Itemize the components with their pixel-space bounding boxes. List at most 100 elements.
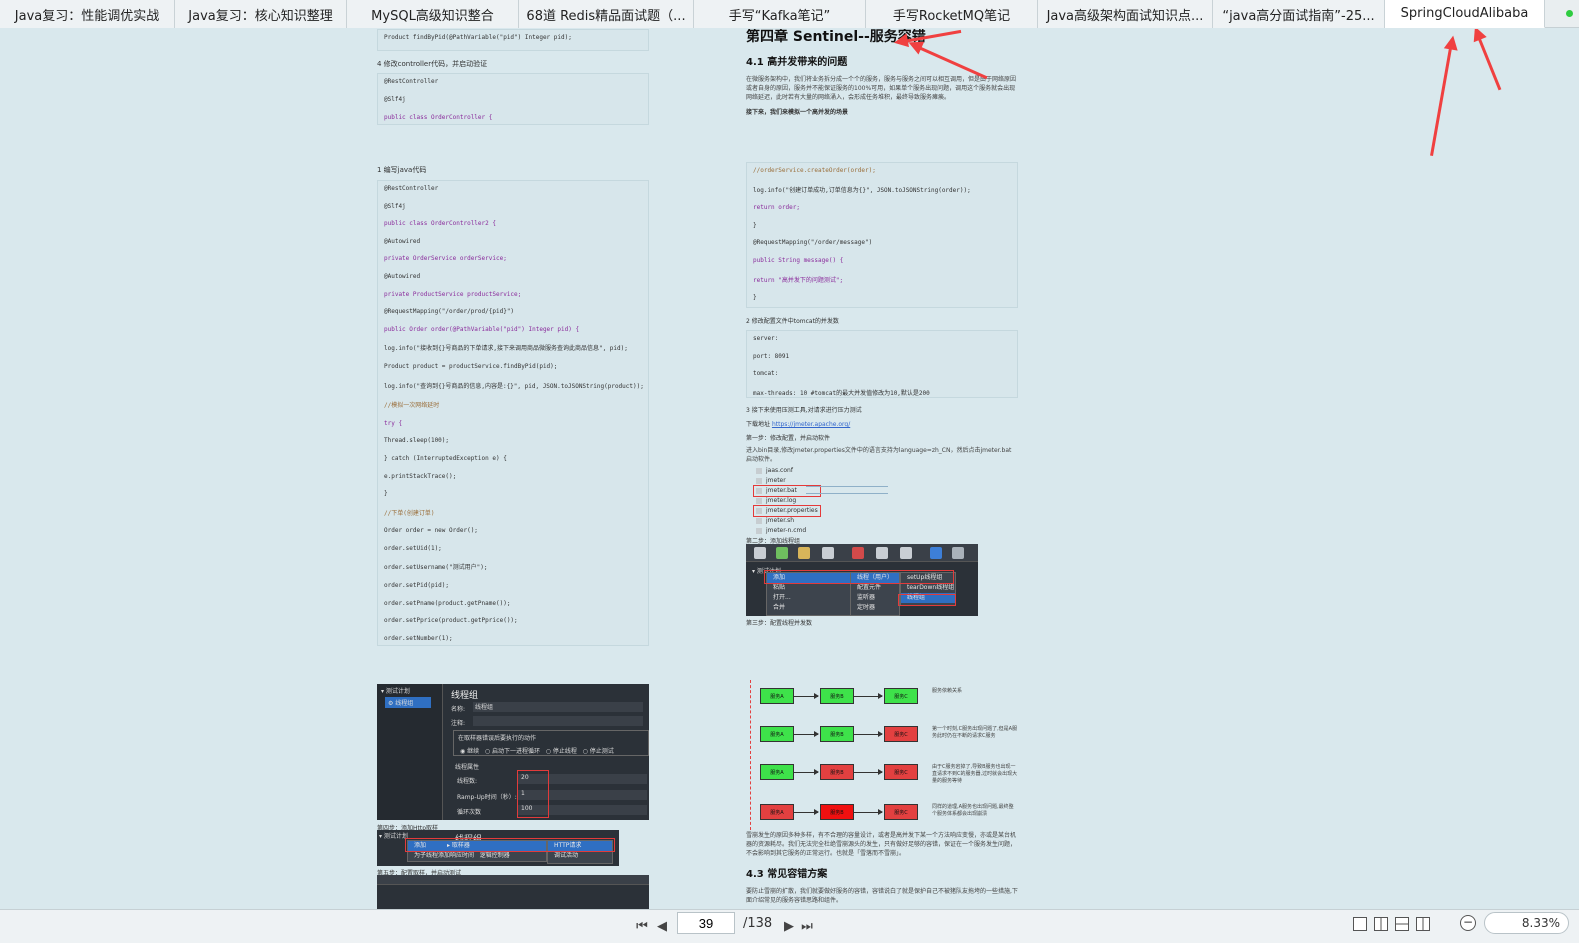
file-item: jmeter.properties: [753, 505, 821, 517]
code-line: //下单(创建订单): [384, 509, 435, 517]
code-block-order-message: //orderService.createOrder(order); log.in…: [746, 162, 1018, 308]
section-title: 4.1 高并发带来的问题: [746, 57, 848, 68]
tab-1[interactable]: Java复习：性能调优实战: [0, 0, 175, 28]
step-label: 第一步：修改配置，并启动软件: [746, 435, 831, 442]
grid-view-icon[interactable]: [1416, 917, 1430, 931]
code-line: e.printStackTrace();: [384, 472, 457, 480]
prev-page-icon[interactable]: ◀: [653, 917, 671, 935]
tab-8[interactable]: “java高分面试指南”-25...: [1213, 0, 1385, 28]
tab-3[interactable]: MySQL高级知识整合: [347, 0, 519, 28]
highlight-box: [764, 570, 954, 584]
code-line: Product findByPid(@PathVariable("pid") I…: [384, 34, 572, 41]
thread-group-title: 线程组: [451, 691, 479, 701]
loop-label: 循环次数: [457, 809, 482, 816]
zoom-out-icon[interactable]: −: [1460, 915, 1476, 931]
flow-box: 服务C: [884, 726, 918, 742]
tab-4[interactable]: 68道 Redis精品面试题（...: [519, 0, 694, 28]
file-item: jmeter.bat: [753, 485, 821, 497]
tab-2[interactable]: Java复习：核心知识整理: [175, 0, 347, 28]
menu-item: tearDown线程组: [907, 584, 955, 591]
code-line: //模拟一次网络延时: [384, 402, 440, 410]
single-page-view-icon[interactable]: [1353, 917, 1367, 931]
download-line: 下载地址 https://jmeter.apache.org/: [746, 421, 851, 428]
paragraph: 在微服务架构中，我们将业务拆分成一个个的服务，服务与服务之间可以相互调用，但是由…: [746, 76, 1017, 101]
flow-box: 服务C: [884, 764, 918, 780]
code-line: log.info("创建订单成功,订单信息为{}", JSON.toJSONSt…: [753, 186, 971, 194]
code-line: }: [753, 294, 757, 302]
code-line: @RequestMapping("/order/message"): [753, 239, 873, 247]
tab-5[interactable]: 手写“Kafka笔记”: [694, 0, 866, 28]
highlight-box: [517, 770, 549, 818]
code-line: }: [753, 221, 757, 229]
download-link[interactable]: https://jmeter.apache.org/: [772, 421, 850, 428]
tab-bar: Java复习：性能调优实战 Java复习：核心知识整理 MySQL高级知识整合 68道…: [0, 0, 1579, 28]
config-sampler-screenshot: [377, 875, 649, 909]
code-line: private ProductService productService;: [384, 290, 522, 298]
code-line: return order;: [753, 204, 800, 212]
code-line: @RestController: [384, 78, 439, 85]
flow-box: 服务B: [820, 688, 854, 704]
thread-group-screenshot: ▾ 测试计划 ⚙ 线程组 线程组 名称: 线程组 注释: 在取样器错误后要执行的…: [377, 684, 649, 820]
code-line: order.setPname(product.getPname());: [384, 599, 511, 607]
tab-6[interactable]: 手写RocketMQ笔记: [866, 0, 1038, 28]
last-page-icon[interactable]: ⏭: [798, 917, 816, 935]
toolbar-icon: [754, 547, 766, 559]
flow-box: 服务A: [760, 764, 794, 780]
step-label: 2 修改配置文件中tomcat的并发数: [746, 318, 839, 325]
code-line: @Slf4j: [384, 202, 406, 210]
page-total: /138: [743, 916, 773, 931]
code-line: @Slf4j: [384, 96, 406, 103]
code-line: try {: [384, 419, 403, 427]
flow-box: 服务C: [884, 804, 918, 820]
code-line: public Order order(@PathVariable("pid") …: [384, 325, 580, 333]
code-line: order.setUid(1);: [384, 544, 442, 552]
flow-box: 服务A: [760, 726, 794, 742]
http-sampler-screenshot: ▾ 测试计划 线程组 添加 ▸ 取样器 为子线程添加响应时间 逻辑控制器 HTT…: [377, 830, 619, 866]
tab-7[interactable]: Java高级架构面试知识点...: [1038, 0, 1213, 28]
paragraph: 要防止雪崩的扩散，我们就要做好服务的容错，容错说白了就是保护自己不被猪队友拖垮的…: [746, 888, 1018, 904]
code-line: //orderService.createOrder(order);: [753, 167, 876, 174]
code-block-top: Product findByPid(@PathVariable("pid") I…: [377, 29, 649, 51]
thread-props-label: 线程属性: [455, 764, 480, 771]
code-line: log.info("接收到{}号商品的下单请求,接下来调用商品微服务查询此商品信…: [384, 345, 628, 353]
comment-field: [473, 716, 643, 726]
code-line: public class OrderController2 {: [384, 220, 496, 228]
code-line: @RestController: [384, 185, 439, 192]
code-line: Thread.sleep(100);: [384, 437, 450, 445]
status-dot: [1566, 10, 1573, 17]
flow-note: 同样的道理,A服务也出现问题,最终整个服务体系都会出现崩溃: [932, 804, 1014, 817]
file-item: jmeter: [754, 476, 820, 486]
code-line: @Autowired: [384, 237, 421, 245]
bold-line: 接下来，我们来模拟一个高并发的场景: [746, 109, 849, 116]
file-item: jaas.conf: [754, 466, 820, 476]
code-line: max-threads: 10 #tomcat的最大并发值修改为10,默认是20…: [753, 389, 930, 397]
menu-item: 粘贴: [773, 584, 786, 591]
tab-9[interactable]: SpringCloudAlibaba: [1385, 0, 1545, 28]
flow-box: 服务B: [820, 764, 854, 780]
annotation-arrow: [1474, 29, 1502, 91]
code-line: @Autowired: [384, 272, 421, 280]
flow-box: 服务B: [820, 726, 854, 742]
code-line: log.info("查询到{}号商品的信息,内容是:{}", pid, JSON…: [384, 382, 644, 390]
code-line: public class OrderController {: [384, 114, 493, 121]
code-line: server:: [753, 335, 779, 342]
two-page-view-icon[interactable]: [1374, 917, 1388, 931]
file-item: jmeter.sh: [754, 516, 820, 526]
continuous-view-icon[interactable]: [1395, 917, 1409, 931]
step-label: 3 接下来使用压测工具,对请求进行压力测试: [746, 407, 862, 414]
document-viewport[interactable]: Product findByPid(@PathVariable("pid") I…: [0, 29, 1579, 909]
menu-item: 配置元件: [857, 584, 882, 591]
flow-note: 第一个时刻,C服务出现问题了,但是A服务此时仍在不断的请求C服务: [932, 726, 1018, 739]
toolbar-icon: [900, 547, 912, 559]
page-number-input[interactable]: [677, 912, 735, 934]
menu-item: 监听器: [857, 594, 876, 601]
sampler-error-box: 在取样器错误后要执行的动作 ◉ 继续 ○ 启动下一进程循环 ○ 停止线程 ○ 停…: [453, 730, 649, 756]
code-line: order.setPid(pid);: [384, 582, 450, 590]
code-line: Order order = new Order();: [384, 527, 478, 535]
file-item: jmeter-n.cmd: [754, 526, 820, 536]
toolbar-icon: [930, 547, 942, 559]
next-page-icon[interactable]: ▶: [780, 917, 798, 935]
code-line: order.setUsername("测试用户");: [384, 564, 488, 572]
zoom-level[interactable]: 8.33%: [1484, 912, 1569, 934]
first-page-icon[interactable]: ⏮: [633, 917, 651, 935]
